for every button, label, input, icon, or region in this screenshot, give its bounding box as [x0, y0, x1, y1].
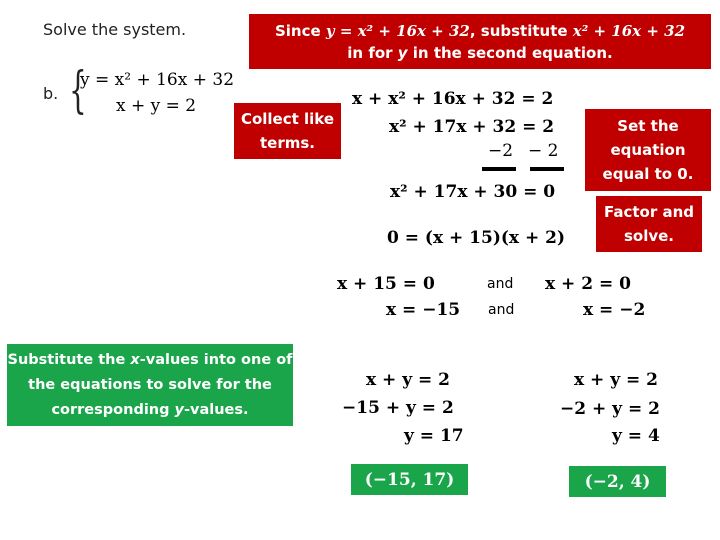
factor2-solution: x = −2	[583, 300, 646, 320]
system-eq2: x + y = 2	[116, 96, 197, 116]
substitute-callout: Since y = x² + 16x + 32, substitute x² +…	[249, 14, 711, 69]
and-label-2: and	[488, 302, 515, 318]
substitute-callout-line2: in for y in the second equation.	[347, 43, 613, 62]
standard-form-equation: x² + 17x + 30 = 0	[390, 182, 556, 202]
substitute-callout-line1: Since y = x² + 16x + 32, substitute x² +…	[274, 21, 686, 40]
left-sub-line3: y = 17	[404, 426, 464, 446]
solution-badge-left: (−15, 17)	[351, 464, 468, 495]
factor2-equation: x + 2 = 0	[545, 274, 631, 294]
and-label-1: and	[487, 276, 514, 292]
factored-equation: 0 = (x + 15)(x + 2)	[387, 228, 566, 248]
underline-left	[482, 167, 516, 171]
right-sub-line3: y = 4	[612, 426, 660, 446]
collected-equation: x² + 17x + 32 = 2	[389, 117, 555, 137]
subtract-right: − 2	[528, 141, 559, 161]
left-sub-line1: x + y = 2	[366, 370, 451, 390]
part-label: b.	[43, 84, 59, 103]
system-eq1: y = x² + 16x + 32	[80, 70, 235, 90]
substituted-equation: x + x² + 16x + 32 = 2	[352, 89, 554, 109]
solution-badge-right: (−2, 4)	[569, 466, 666, 497]
set-zero-callout: Set the equation equal to 0.	[585, 109, 711, 191]
factor1-solution: x = −15	[386, 300, 461, 320]
factor-callout: Factor and solve.	[596, 196, 702, 252]
substitute-x-callout: Substitute the x-values into one of the …	[7, 344, 293, 426]
left-sub-line2: −15 + y = 2	[342, 398, 454, 418]
problem-heading: Solve the system.	[43, 20, 187, 39]
underline-right	[530, 167, 564, 171]
factor1-equation: x + 15 = 0	[337, 274, 435, 294]
right-sub-line1: x + y = 2	[574, 370, 659, 390]
collect-terms-callout: Collect like terms.	[234, 103, 341, 159]
subtract-left: −2	[488, 141, 514, 161]
right-sub-line2: −2 + y = 2	[560, 399, 660, 419]
